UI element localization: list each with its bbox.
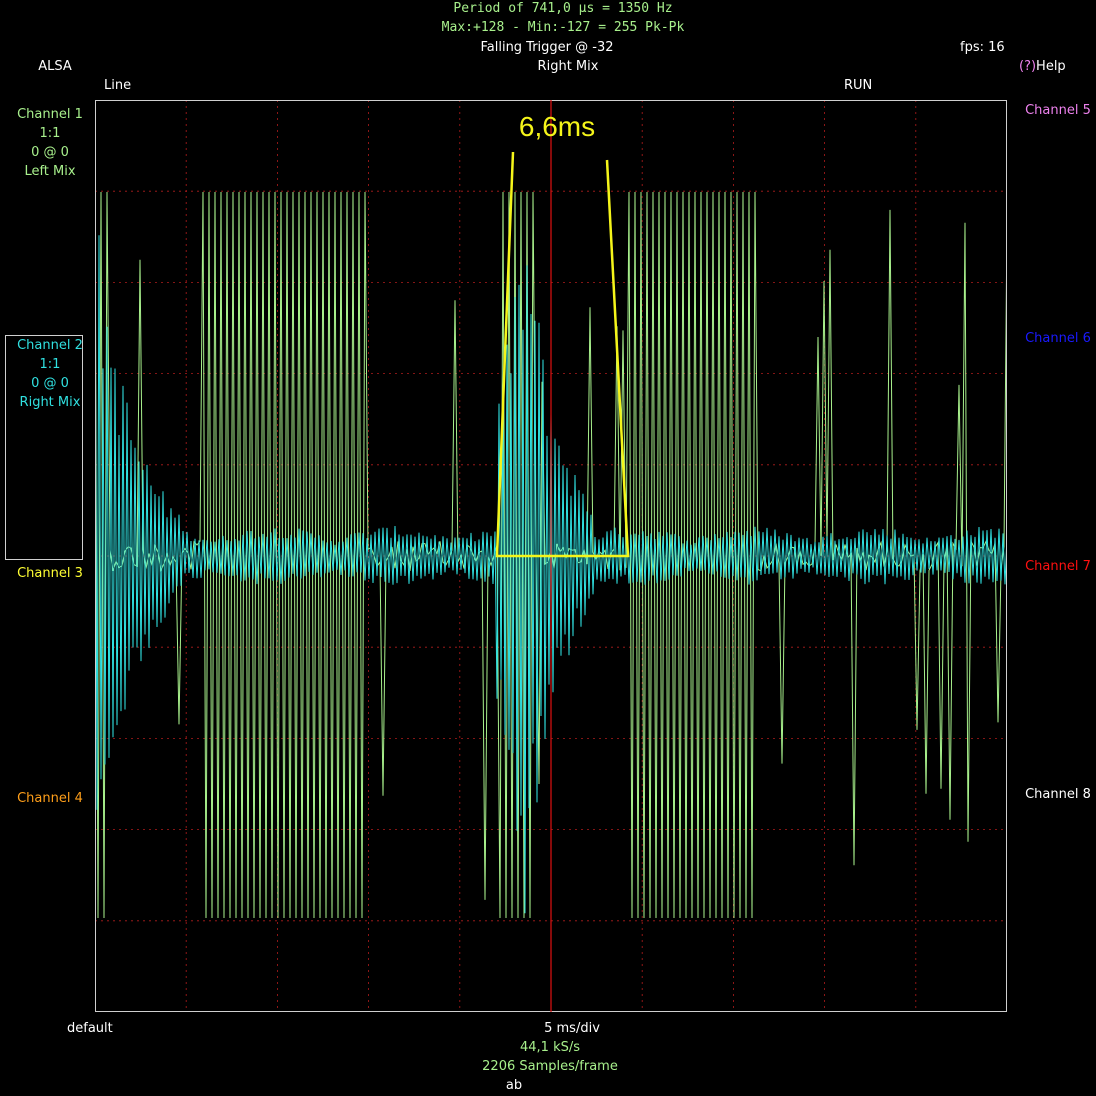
channel-1-source: Left Mix [24, 164, 76, 179]
fps-readout: fps: 16 [960, 40, 1005, 55]
channel-8-label[interactable]: Channel 8 [1020, 787, 1096, 802]
measurement-label: 6,6ms [519, 111, 595, 142]
timebase-label[interactable]: 5 ms/div [544, 1021, 600, 1036]
source-label[interactable]: ALSA [38, 59, 72, 74]
trigger-label[interactable]: Falling Trigger @ -32 [480, 40, 613, 55]
channel-7-label[interactable]: Channel 7 [1020, 559, 1096, 574]
samples-per-frame: 2206 Samples/frame [482, 1059, 618, 1074]
channel-1-panel[interactable]: Channel 1 1:1 0 @ 0 Left Mix [10, 105, 90, 181]
scope-display[interactable]: 6,6ms [95, 100, 1007, 1012]
run-label[interactable]: RUN [844, 78, 872, 93]
channel-2-panel[interactable]: Channel 2 1:1 0 @ 0 Right Mix [10, 336, 90, 412]
channel-4-label[interactable]: Channel 4 [10, 789, 90, 808]
channel-5-label[interactable]: Channel 5 [1020, 103, 1096, 118]
help-prefix: (?) [1019, 59, 1037, 74]
period-readout: Period of 741,0 µs = 1350 Hz [453, 1, 673, 16]
channel-1-name: Channel 1 [17, 107, 83, 122]
channel-2-offset: 0 @ 0 [31, 376, 69, 391]
ab-label[interactable]: ab [506, 1078, 522, 1093]
line-label[interactable]: Line [104, 78, 131, 93]
channel-2-name: Channel 2 [17, 338, 83, 353]
channel-6-label[interactable]: Channel 6 [1020, 331, 1096, 346]
sample-rate: 44,1 kS/s [519, 1040, 581, 1055]
default-label[interactable]: default [67, 1021, 113, 1036]
channel-2-source: Right Mix [19, 395, 81, 410]
channel-1-scale: 1:1 [39, 126, 61, 141]
help-button[interactable]: (?)Help [1019, 59, 1066, 74]
channel-3-label[interactable]: Channel 3 [10, 564, 90, 583]
input-label[interactable]: Right Mix [538, 59, 599, 74]
channel-1-offset: 0 @ 0 [31, 145, 69, 160]
help-label: Help [1036, 59, 1066, 74]
channel-2-scale: 1:1 [39, 357, 61, 372]
peak-readout: Max:+128 - Min:-127 = 255 Pk-Pk [441, 20, 685, 35]
